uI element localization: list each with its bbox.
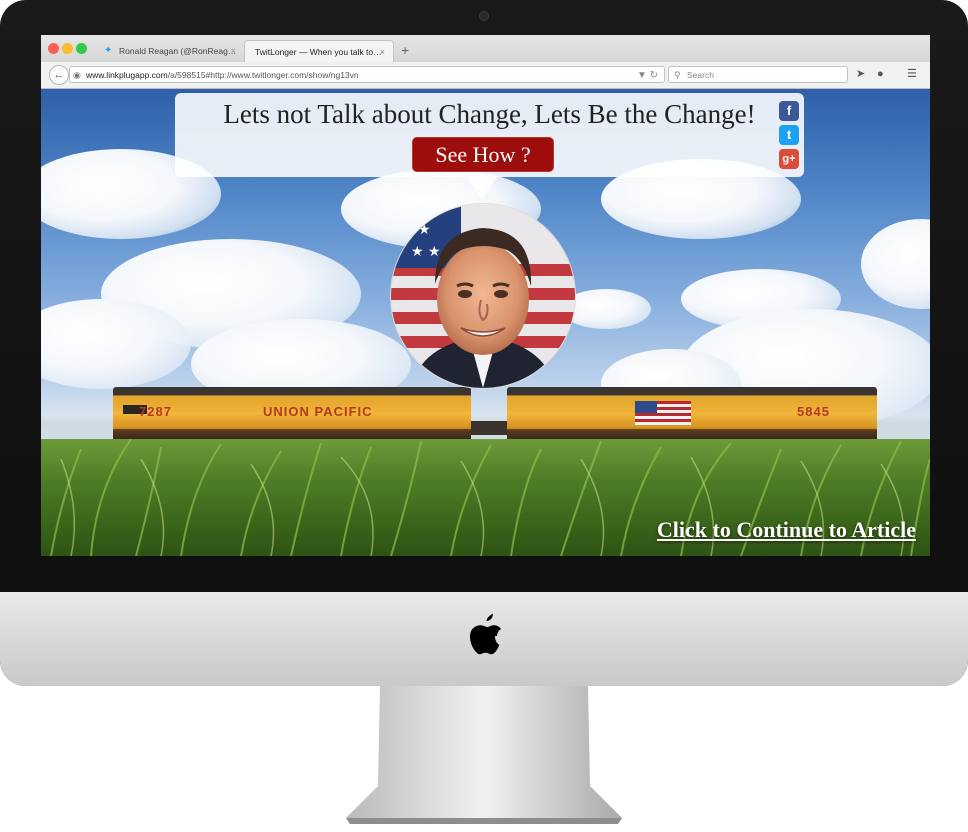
address-bar[interactable]: ◉ www.linkplugapp.com/a/598515#http://ww…: [69, 66, 665, 83]
twitter-bird-icon: ✦: [104, 45, 113, 56]
locomotive-left: 7287 UNION PACIFIC: [113, 387, 471, 443]
promo-headline: Lets not Talk about Change, Lets Be the …: [223, 99, 756, 129]
minimize-window-button[interactable]: [62, 43, 73, 54]
zoom-window-button[interactable]: [76, 43, 87, 54]
tab-bar: ✦ Ronald Reagan (@RonReag… × TwitLonger …: [41, 35, 930, 62]
monitor-stand: [346, 686, 622, 824]
flag-decal: [635, 401, 691, 425]
search-placeholder: Search: [687, 70, 714, 80]
portrait-photo: ★ ★ ★ ★: [390, 203, 576, 389]
search-icon: ⚲: [674, 70, 681, 80]
close-tab-icon[interactable]: ×: [380, 41, 385, 62]
coupler: [471, 421, 507, 435]
url-domain: www.linkplugapp.com: [86, 70, 168, 80]
tab-twitlonger[interactable]: TwitLonger — When you talk to… ×: [244, 40, 394, 62]
back-button[interactable]: ←: [49, 65, 69, 85]
apple-logo-icon: [470, 613, 501, 655]
navigation-bar: ← ◉ www.linkplugapp.com/a/598515#http://…: [41, 62, 930, 89]
locomotive-right: 5845: [507, 387, 877, 443]
globe-icon: ◉: [73, 70, 81, 80]
banner-pointer: [467, 177, 497, 199]
see-how-button[interactable]: See How ?: [412, 137, 554, 172]
chat-icon[interactable]: ●: [877, 66, 884, 83]
screen: ✦ Ronald Reagan (@RonReag… × TwitLonger …: [41, 35, 930, 556]
locomotive-number: 7287: [139, 404, 172, 419]
tab-title: Ronald Reagan (@RonReag…: [119, 46, 237, 56]
promo-banner: Lets not Talk about Change, Lets Be the …: [175, 93, 804, 177]
svg-text:★ ★: ★ ★: [411, 244, 441, 260]
google-plus-icon[interactable]: g+: [779, 149, 799, 169]
send-icon[interactable]: ➤: [856, 66, 865, 83]
twitter-icon[interactable]: t: [779, 125, 799, 145]
close-tab-icon[interactable]: ×: [231, 40, 236, 62]
new-tab-button[interactable]: +: [401, 41, 409, 59]
locomotive-logo-text: UNION PACIFIC: [263, 404, 373, 419]
facebook-icon[interactable]: f: [779, 101, 799, 121]
webcam-icon: [479, 11, 489, 21]
tab-title: TwitLonger — When you talk to…: [255, 47, 382, 57]
tab-ronald-reagan[interactable]: ✦ Ronald Reagan (@RonReag… ×: [99, 40, 244, 62]
close-window-button[interactable]: [48, 43, 59, 54]
continue-to-article-link[interactable]: Click to Continue to Article: [657, 517, 916, 543]
search-input[interactable]: ⚲ Search: [668, 66, 848, 83]
flag-canton: [635, 401, 657, 413]
menu-icon[interactable]: ☰: [907, 66, 917, 83]
locomotive-number: 5845: [797, 404, 830, 419]
cloud: [861, 219, 930, 309]
url-path: /a/598515#http://www.twitlonger.com/show…: [167, 70, 359, 80]
reload-icon[interactable]: ▼ ↻: [637, 67, 658, 82]
web-page: 7287 UNION PACIFIC 5845 Lets not Talk ab…: [41, 89, 930, 556]
